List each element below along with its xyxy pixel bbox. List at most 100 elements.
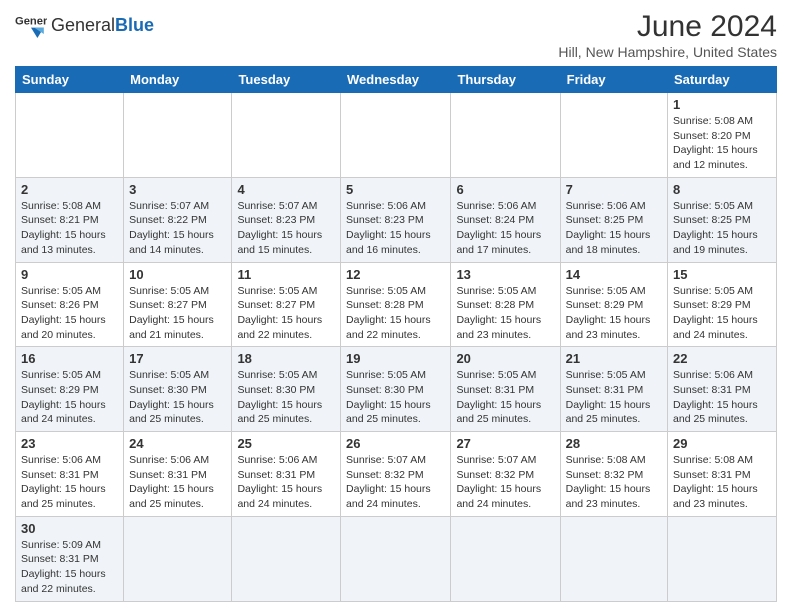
calendar-cell: 4 Sunrise: 5:07 AMSunset: 8:23 PMDaylight… (232, 177, 341, 262)
calendar-cell: 18 Sunrise: 5:05 AMSunset: 8:30 PMDayligh… (232, 347, 341, 432)
calendar-cell: 8Sunrise: 5:05 AMSunset: 8:25 PMDaylight… (668, 177, 777, 262)
day-number: 8 (673, 182, 771, 197)
day-number: 22 (673, 351, 771, 366)
day-number: 23 (21, 436, 118, 451)
day-info: Sunrise: 5:08 AMSunset: 8:20 PMDaylight:… (673, 114, 771, 173)
calendar-cell: 29Sunrise: 5:08 AMSunset: 8:31 PMDayligh… (668, 432, 777, 517)
calendar-cell: 27 Sunrise: 5:07 AMSunset: 8:32 PMDayligh… (451, 432, 560, 517)
calendar-cell (560, 93, 667, 178)
header-row: SundayMondayTuesdayWednesdayThursdayFrid… (16, 67, 777, 93)
calendar-header: SundayMondayTuesdayWednesdayThursdayFrid… (16, 67, 777, 93)
day-number: 10 (129, 267, 226, 282)
day-number: 11 (237, 267, 335, 282)
calendar-table: SundayMondayTuesdayWednesdayThursdayFrid… (15, 66, 777, 602)
day-number: 17 (129, 351, 226, 366)
calendar-cell: 25 Sunrise: 5:06 AMSunset: 8:31 PMDayligh… (232, 432, 341, 517)
day-number: 4 (237, 182, 335, 197)
calendar-cell (232, 516, 341, 601)
calendar-cell (232, 93, 341, 178)
calendar-cell: 3Sunrise: 5:07 AMSunset: 8:22 PMDaylight… (124, 177, 232, 262)
day-info: Sunrise: 5:05 AMSunset: 8:29 PMDaylight:… (566, 284, 662, 343)
day-number: 2 (21, 182, 118, 197)
calendar-cell: 20 Sunrise: 5:05 AMSunset: 8:31 PMDayligh… (451, 347, 560, 432)
calendar-cell: 14 Sunrise: 5:05 AMSunset: 8:29 PMDayligh… (560, 262, 667, 347)
day-info: Sunrise: 5:05 AMSunset: 8:31 PMDaylight:… (456, 368, 554, 427)
calendar-cell: 15 Sunrise: 5:05 AMSunset: 8:29 PMDayligh… (668, 262, 777, 347)
calendar-cell: 5 Sunrise: 5:06 AMSunset: 8:23 PMDaylight… (341, 177, 451, 262)
day-info: Sunrise: 5:06 AMSunset: 8:31 PMDaylight:… (673, 368, 771, 427)
day-number: 14 (566, 267, 662, 282)
calendar-cell (668, 516, 777, 601)
day-info: Sunrise: 5:06 AMSunset: 8:23 PMDaylight:… (346, 199, 445, 258)
calendar-cell: 13Sunrise: 5:05 AMSunset: 8:28 PMDayligh… (451, 262, 560, 347)
calendar-cell: 28Sunrise: 5:08 AMSunset: 8:32 PMDayligh… (560, 432, 667, 517)
day-info: Sunrise: 5:06 AMSunset: 8:31 PMDaylight:… (21, 453, 118, 512)
calendar-cell: 2 Sunrise: 5:08 AMSunset: 8:21 PMDaylight… (16, 177, 124, 262)
calendar-cell: 23 Sunrise: 5:06 AMSunset: 8:31 PMDayligh… (16, 432, 124, 517)
day-info: Sunrise: 5:06 AMSunset: 8:31 PMDaylight:… (237, 453, 335, 512)
calendar-cell: 6 Sunrise: 5:06 AMSunset: 8:24 PMDaylight… (451, 177, 560, 262)
day-number: 24 (129, 436, 226, 451)
day-info: Sunrise: 5:05 AMSunset: 8:30 PMDaylight:… (346, 368, 445, 427)
day-info: Sunrise: 5:05 AMSunset: 8:29 PMDaylight:… (673, 284, 771, 343)
day-number: 13 (456, 267, 554, 282)
day-info: Sunrise: 5:05 AMSunset: 8:27 PMDaylight:… (129, 284, 226, 343)
day-number: 25 (237, 436, 335, 451)
day-number: 15 (673, 267, 771, 282)
header-day-thursday: Thursday (451, 67, 560, 93)
day-info: Sunrise: 5:08 AMSunset: 8:21 PMDaylight:… (21, 199, 118, 258)
calendar-cell (451, 93, 560, 178)
day-info: Sunrise: 5:05 AMSunset: 8:30 PMDaylight:… (237, 368, 335, 427)
calendar-subtitle: Hill, New Hampshire, United States (558, 44, 777, 60)
day-number: 5 (346, 182, 445, 197)
header-day-wednesday: Wednesday (341, 67, 451, 93)
calendar-cell: 17Sunrise: 5:05 AMSunset: 8:30 PMDayligh… (124, 347, 232, 432)
day-info: Sunrise: 5:07 AMSunset: 8:23 PMDaylight:… (237, 199, 335, 258)
week-row-4: 23 Sunrise: 5:06 AMSunset: 8:31 PMDayligh… (16, 432, 777, 517)
logo-text: GeneralBlue (51, 16, 154, 36)
header: General GeneralBlue June 2024 Hill, New … (15, 10, 777, 60)
day-number: 19 (346, 351, 445, 366)
header-day-saturday: Saturday (668, 67, 777, 93)
day-info: Sunrise: 5:06 AMSunset: 8:25 PMDaylight:… (566, 199, 662, 258)
calendar-cell (124, 516, 232, 601)
day-number: 20 (456, 351, 554, 366)
day-info: Sunrise: 5:07 AMSunset: 8:32 PMDaylight:… (346, 453, 445, 512)
calendar-cell: 22 Sunrise: 5:06 AMSunset: 8:31 PMDayligh… (668, 347, 777, 432)
week-row-1: 2 Sunrise: 5:08 AMSunset: 8:21 PMDaylight… (16, 177, 777, 262)
day-number: 7 (566, 182, 662, 197)
calendar-cell (341, 516, 451, 601)
day-number: 9 (21, 267, 118, 282)
logo: General GeneralBlue (15, 10, 154, 42)
calendar-cell: 12Sunrise: 5:05 AMSunset: 8:28 PMDayligh… (341, 262, 451, 347)
day-info: Sunrise: 5:09 AMSunset: 8:31 PMDaylight:… (21, 538, 118, 597)
day-number: 27 (456, 436, 554, 451)
day-number: 18 (237, 351, 335, 366)
calendar-cell (451, 516, 560, 601)
day-number: 26 (346, 436, 445, 451)
day-number: 21 (566, 351, 662, 366)
day-info: Sunrise: 5:06 AMSunset: 8:24 PMDaylight:… (456, 199, 554, 258)
calendar-title: June 2024 (558, 10, 777, 44)
calendar-body: 1Sunrise: 5:08 AMSunset: 8:20 PMDaylight… (16, 93, 777, 602)
week-row-5: 30 Sunrise: 5:09 AMSunset: 8:31 PMDayligh… (16, 516, 777, 601)
week-row-0: 1Sunrise: 5:08 AMSunset: 8:20 PMDaylight… (16, 93, 777, 178)
week-row-2: 9Sunrise: 5:05 AMSunset: 8:26 PMDaylight… (16, 262, 777, 347)
day-number: 6 (456, 182, 554, 197)
header-day-friday: Friday (560, 67, 667, 93)
calendar-cell: 11 Sunrise: 5:05 AMSunset: 8:27 PMDayligh… (232, 262, 341, 347)
day-info: Sunrise: 5:05 AMSunset: 8:27 PMDaylight:… (237, 284, 335, 343)
day-info: Sunrise: 5:07 AMSunset: 8:32 PMDaylight:… (456, 453, 554, 512)
day-number: 3 (129, 182, 226, 197)
day-info: Sunrise: 5:06 AMSunset: 8:31 PMDaylight:… (129, 453, 226, 512)
calendar-cell: 30 Sunrise: 5:09 AMSunset: 8:31 PMDayligh… (16, 516, 124, 601)
day-info: Sunrise: 5:05 AMSunset: 8:31 PMDaylight:… (566, 368, 662, 427)
header-day-sunday: Sunday (16, 67, 124, 93)
svg-text:General: General (15, 15, 47, 27)
generalblue-logo-icon: General (15, 10, 47, 42)
day-info: Sunrise: 5:08 AMSunset: 8:31 PMDaylight:… (673, 453, 771, 512)
day-number: 30 (21, 521, 118, 536)
calendar-cell (124, 93, 232, 178)
calendar-cell (16, 93, 124, 178)
header-day-monday: Monday (124, 67, 232, 93)
